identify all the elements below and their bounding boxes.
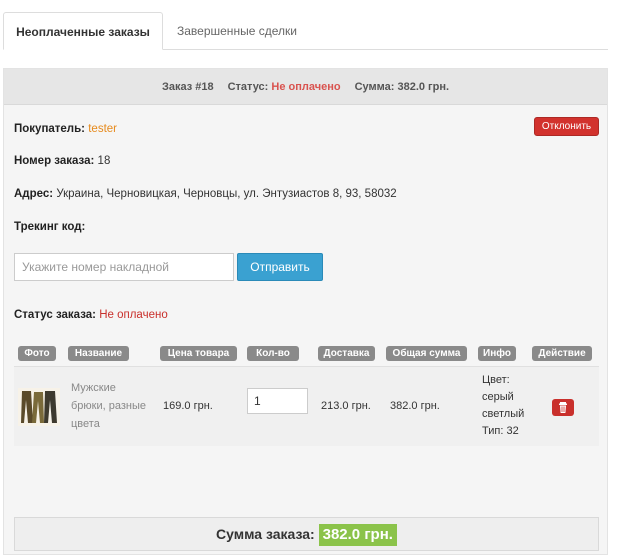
header-info: Инфо xyxy=(478,346,516,361)
tracking-input[interactable]: Укажите номер накладной xyxy=(14,253,234,281)
address-row: Адрес: Украина, Черновицкая, Черновцы, у… xyxy=(14,188,397,200)
pants-photo[interactable] xyxy=(18,388,60,426)
product-info: Цвет: серый светлый Тип: 32 xyxy=(482,374,525,437)
delivery-cost: 213.0 грн. xyxy=(321,400,371,412)
order-number-value: 18 xyxy=(97,155,111,167)
tab-unpaid-orders[interactable]: Неоплаченные заказы xyxy=(3,12,163,50)
order-header: Заказ #18 Статус: Не оплачено Сумма: 382.0… xyxy=(4,69,607,105)
table-row: Мужские брюки, разные цвета 169.0 грн. 1… xyxy=(14,366,599,446)
tracking-row: Трекинг код: xyxy=(14,221,85,233)
order-panel: Заказ #18 Статус: Не оплачено Сумма: 382.0… xyxy=(3,68,608,555)
buyer-link[interactable]: tester xyxy=(88,123,117,135)
sum-heading: Сумма: 382.0 грн. xyxy=(354,81,450,93)
order-total-amount: 382.0 грн. xyxy=(318,524,397,547)
row-total: 382.0 грн. xyxy=(390,400,440,412)
order-status-value: Не оплачено xyxy=(99,309,168,321)
send-button[interactable]: Отправить xyxy=(237,253,323,281)
product-price: 169.0 грн. xyxy=(163,400,213,412)
order-total-bar: Сумма заказа: 382.0 грн. xyxy=(14,517,599,551)
order-number-label: Номер заказа: xyxy=(14,155,95,167)
decline-button[interactable]: Отклонить xyxy=(534,117,599,136)
header-action: Действие xyxy=(532,346,592,361)
tracking-label: Трекинг код: xyxy=(14,221,86,233)
tab-completed-deals[interactable]: Завершенные сделки xyxy=(165,12,309,50)
order-status-label: Статус заказа: xyxy=(14,309,96,321)
order-tabs: Неоплаченные заказы Завершенные сделки xyxy=(3,12,608,50)
order-number-row: Номер заказа: 18 xyxy=(14,155,110,167)
header-qty: Кол-во xyxy=(247,346,299,361)
header-price: Цена товара xyxy=(160,346,237,361)
buyer-row: Покупатель: tester xyxy=(14,123,117,135)
status-heading-value: Не оплачено xyxy=(271,81,341,93)
address-value: Украина, Черновицкая, Черновцы, ул. Энту… xyxy=(56,188,397,200)
quantity-input[interactable]: 1 xyxy=(247,388,308,414)
product-name[interactable]: Мужские брюки, разные цвета xyxy=(71,379,146,433)
order-status-row: Статус заказа: Не оплачено xyxy=(14,309,168,321)
status-heading-label: Статус: xyxy=(227,81,269,93)
header-total: Общая сумма xyxy=(386,346,467,361)
trash-icon xyxy=(559,402,567,413)
order-total-label: Сумма заказа: xyxy=(216,526,315,542)
header-photo: Фото xyxy=(18,346,56,361)
buyer-label: Покупатель: xyxy=(14,123,86,135)
delete-button[interactable] xyxy=(552,399,574,416)
order-number-heading: Заказ #18 xyxy=(161,81,214,93)
header-name: Название xyxy=(68,346,129,361)
header-delivery: Доставка xyxy=(318,346,375,361)
address-label: Адрес: xyxy=(14,188,54,200)
